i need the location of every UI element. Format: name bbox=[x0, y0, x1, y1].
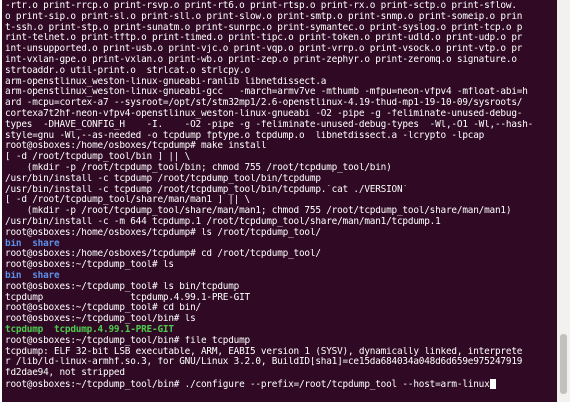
terminal-line-text: root@osboxes:/home/osboxes/tcpdump# ls /… bbox=[5, 227, 321, 238]
terminal-line-text: strtoaddr.o util-print.o strlcat.o strlc… bbox=[5, 65, 250, 76]
terminal-line: bin share bbox=[5, 239, 557, 250]
terminal-line-text: style=gnu -Wl,--as-needed -o tcpdump fpt… bbox=[5, 130, 485, 141]
terminal-line-text: root@osboxes:~/tcpdump_tool/bin# file tc… bbox=[5, 335, 250, 346]
terminal-line-text: [ -d /root/tcpdump_tool/share/man/man1 ]… bbox=[5, 195, 250, 206]
terminal-line-text: o print-sip.o print-sl.o print-sll.o pri… bbox=[5, 11, 523, 22]
terminal-line: tcpdump tcpdump.4.99.1-PRE-GIT bbox=[5, 293, 557, 304]
terminal-line: root@osboxes:/home/osboxes/tcpdump# cd /… bbox=[5, 249, 557, 260]
terminal-line: root@osboxes:~/tcpdump_tool/bin# file tc… bbox=[5, 336, 557, 347]
terminal-line: root@osboxes:~/tcpdump_tool# cd bin/ bbox=[5, 303, 557, 314]
terminal-output: -rtr.o print-rrcp.o print-rsvp.o print-r… bbox=[5, 1, 557, 390]
terminal-line: int-unsupported.o print-usb.o print-vjc.… bbox=[5, 44, 557, 55]
text-cursor bbox=[489, 378, 496, 389]
terminal-line-text: fd2dae94, not stripped bbox=[5, 368, 125, 379]
terminal-line-text: (mkdir -p /root/tcpdump_tool/share/man/m… bbox=[5, 206, 512, 217]
terminal-line: ard -mcpu=cortex-a7 --sysroot=/opt/st/st… bbox=[5, 98, 557, 109]
terminal-line: r /lib/ld-linux-armhf.so.3, for GNU/Linu… bbox=[5, 357, 557, 368]
terminal-line-text: tcpdump: ELF 32-bit LSB executable, ARM,… bbox=[5, 346, 523, 357]
terminal-line: (mkdir -p /root/tcpdump_tool/share/man/m… bbox=[5, 206, 557, 217]
scrollbar-thumb[interactable] bbox=[560, 334, 567, 394]
terminal-line: style=gnu -Wl,--as-needed -o tcpdump fpt… bbox=[5, 131, 557, 142]
terminal-line: root@osboxes:~/tcpdump_tool# ls bin/tcpd… bbox=[5, 282, 557, 293]
terminal-line-text: tcpdump tcpdump.4.99.1-PRE-GIT bbox=[5, 292, 250, 303]
terminal-line-text: root@osboxes:/home/osboxes/tcpdump# make… bbox=[5, 141, 267, 152]
terminal-line: rint-telnet.o print-tftp.o print-timed.o… bbox=[5, 33, 557, 44]
terminal-line: [ -d /root/tcpdump_tool/share/man/man1 ]… bbox=[5, 195, 557, 206]
terminal-viewport[interactable]: -rtr.o print-rrcp.o print-rsvp.o print-r… bbox=[2, 0, 557, 402]
terminal-line-text: root@osboxes:~/tcpdump_tool# cd bin/ bbox=[5, 303, 201, 314]
terminal-line: /usr/bin/install -c tcpdump /root/tcpdum… bbox=[5, 185, 557, 196]
terminal-line: root@osboxes:~/tcpdump_tool/bin# ls bbox=[5, 314, 557, 325]
terminal-line: tcpdump: ELF 32-bit LSB executable, ARM,… bbox=[5, 347, 557, 358]
terminal-window: -rtr.o print-rrcp.o print-rsvp.o print-r… bbox=[0, 0, 570, 410]
terminal-line: /usr/bin/install -c tcpdump /root/tcpdum… bbox=[5, 174, 557, 185]
terminal-line: tcpdump tcpdump.4.99.1-PRE-GIT bbox=[5, 325, 557, 336]
terminal-line-text: cortexa7t2hf-neon-vfpv4-openstlinux_west… bbox=[5, 108, 523, 119]
terminal-line: /usr/bin/install -c -m 644 tcpdump.1 /ro… bbox=[5, 217, 557, 228]
terminal-line-text: ard -mcpu=cortex-a7 --sysroot=/opt/st/st… bbox=[5, 98, 523, 109]
terminal-line: cortexa7t2hf-neon-vfpv4-openstlinux_west… bbox=[5, 109, 557, 120]
terminal-line-text: rint-telnet.o print-tftp.o print-timed.o… bbox=[5, 33, 523, 44]
terminal-line-text: [ -d /root/tcpdump_tool/bin ] || \ bbox=[5, 152, 191, 163]
terminal-line-text: /usr/bin/install -c tcpdump /root/tcpdum… bbox=[5, 173, 321, 184]
vertical-scrollbar[interactable] bbox=[557, 0, 570, 402]
terminal-line: bin share bbox=[5, 271, 557, 282]
terminal-line: arm-openstlinux_weston-linux-gnueabi-ran… bbox=[5, 77, 557, 88]
terminal-line-text: bin share bbox=[5, 238, 60, 249]
terminal-line-text: t-ssh.o print-stp.o print-sunatm.o print… bbox=[5, 22, 523, 33]
terminal-line-text: int-vxlan-gpe.o print-vxlan.o print-wb.o… bbox=[5, 54, 517, 65]
terminal-line-text: arm-openstlinux_weston-linux-gnueabi-gcc… bbox=[5, 87, 528, 98]
terminal-line: strtoaddr.o util-print.o strlcat.o strlc… bbox=[5, 66, 557, 77]
terminal-line: int-vxlan-gpe.o print-vxlan.o print-wb.o… bbox=[5, 55, 557, 66]
terminal-line-text: root@osboxes:~/tcpdump_tool/bin# ./confi… bbox=[5, 378, 490, 390]
terminal-line: -rtr.o print-rrcp.o print-rsvp.o print-r… bbox=[5, 1, 557, 12]
terminal-line-text: /usr/bin/install -c tcpdump /root/tcpdum… bbox=[5, 184, 408, 195]
terminal-line-text: int-unsupported.o print-usb.o print-vjc.… bbox=[5, 44, 523, 55]
terminal-line-text: arm-openstlinux_weston-linux-gnueabi-ran… bbox=[5, 76, 327, 87]
terminal-line: fd2dae94, not stripped bbox=[5, 368, 557, 379]
terminal-line: root@osboxes:~/tcpdump_tool# ls bbox=[5, 260, 557, 271]
terminal-line-text: types -DHAVE_CONFIG_H -I. -O2 -pipe -g -… bbox=[5, 119, 534, 130]
terminal-line-text: root@osboxes:/home/osboxes/tcpdump# cd /… bbox=[5, 249, 321, 260]
terminal-line: o print-sip.o print-sl.o print-sll.o pri… bbox=[5, 12, 557, 23]
terminal-line-text: (mkdir -p /root/tcpdump_tool/bin; chmod … bbox=[5, 162, 392, 173]
terminal-line-text: tcpdump tcpdump.4.99.1-PRE-GIT bbox=[5, 324, 174, 335]
terminal-line-text: root@osboxes:~/tcpdump_tool# ls bin/tcpd… bbox=[5, 281, 240, 292]
terminal-line: arm-openstlinux_weston-linux-gnueabi-gcc… bbox=[5, 87, 557, 98]
terminal-line-text: root@osboxes:~/tcpdump_tool# ls bbox=[5, 260, 174, 271]
terminal-line: root@osboxes:/home/osboxes/tcpdump# ls /… bbox=[5, 228, 557, 239]
terminal-line: root@osboxes:~/tcpdump_tool/bin# ./confi… bbox=[5, 378, 557, 390]
terminal-line: types -DHAVE_CONFIG_H -I. -O2 -pipe -g -… bbox=[5, 120, 557, 131]
terminal-line-text: -rtr.o print-rrcp.o print-rsvp.o print-r… bbox=[5, 1, 517, 11]
terminal-line-text: /usr/bin/install -c -m 644 tcpdump.1 /ro… bbox=[5, 216, 441, 227]
terminal-line: t-ssh.o print-stp.o print-sunatm.o print… bbox=[5, 23, 557, 34]
terminal-line-text: root@osboxes:~/tcpdump_tool/bin# ls bbox=[5, 314, 196, 325]
terminal-line: (mkdir -p /root/tcpdump_tool/bin; chmod … bbox=[5, 163, 557, 174]
terminal-line: [ -d /root/tcpdump_tool/bin ] || \ bbox=[5, 152, 557, 163]
terminal-line-text: r /lib/ld-linux-armhf.so.3, for GNU/Linu… bbox=[5, 357, 523, 368]
terminal-line-text: bin share bbox=[5, 270, 60, 281]
terminal-line: root@osboxes:/home/osboxes/tcpdump# make… bbox=[5, 141, 557, 152]
